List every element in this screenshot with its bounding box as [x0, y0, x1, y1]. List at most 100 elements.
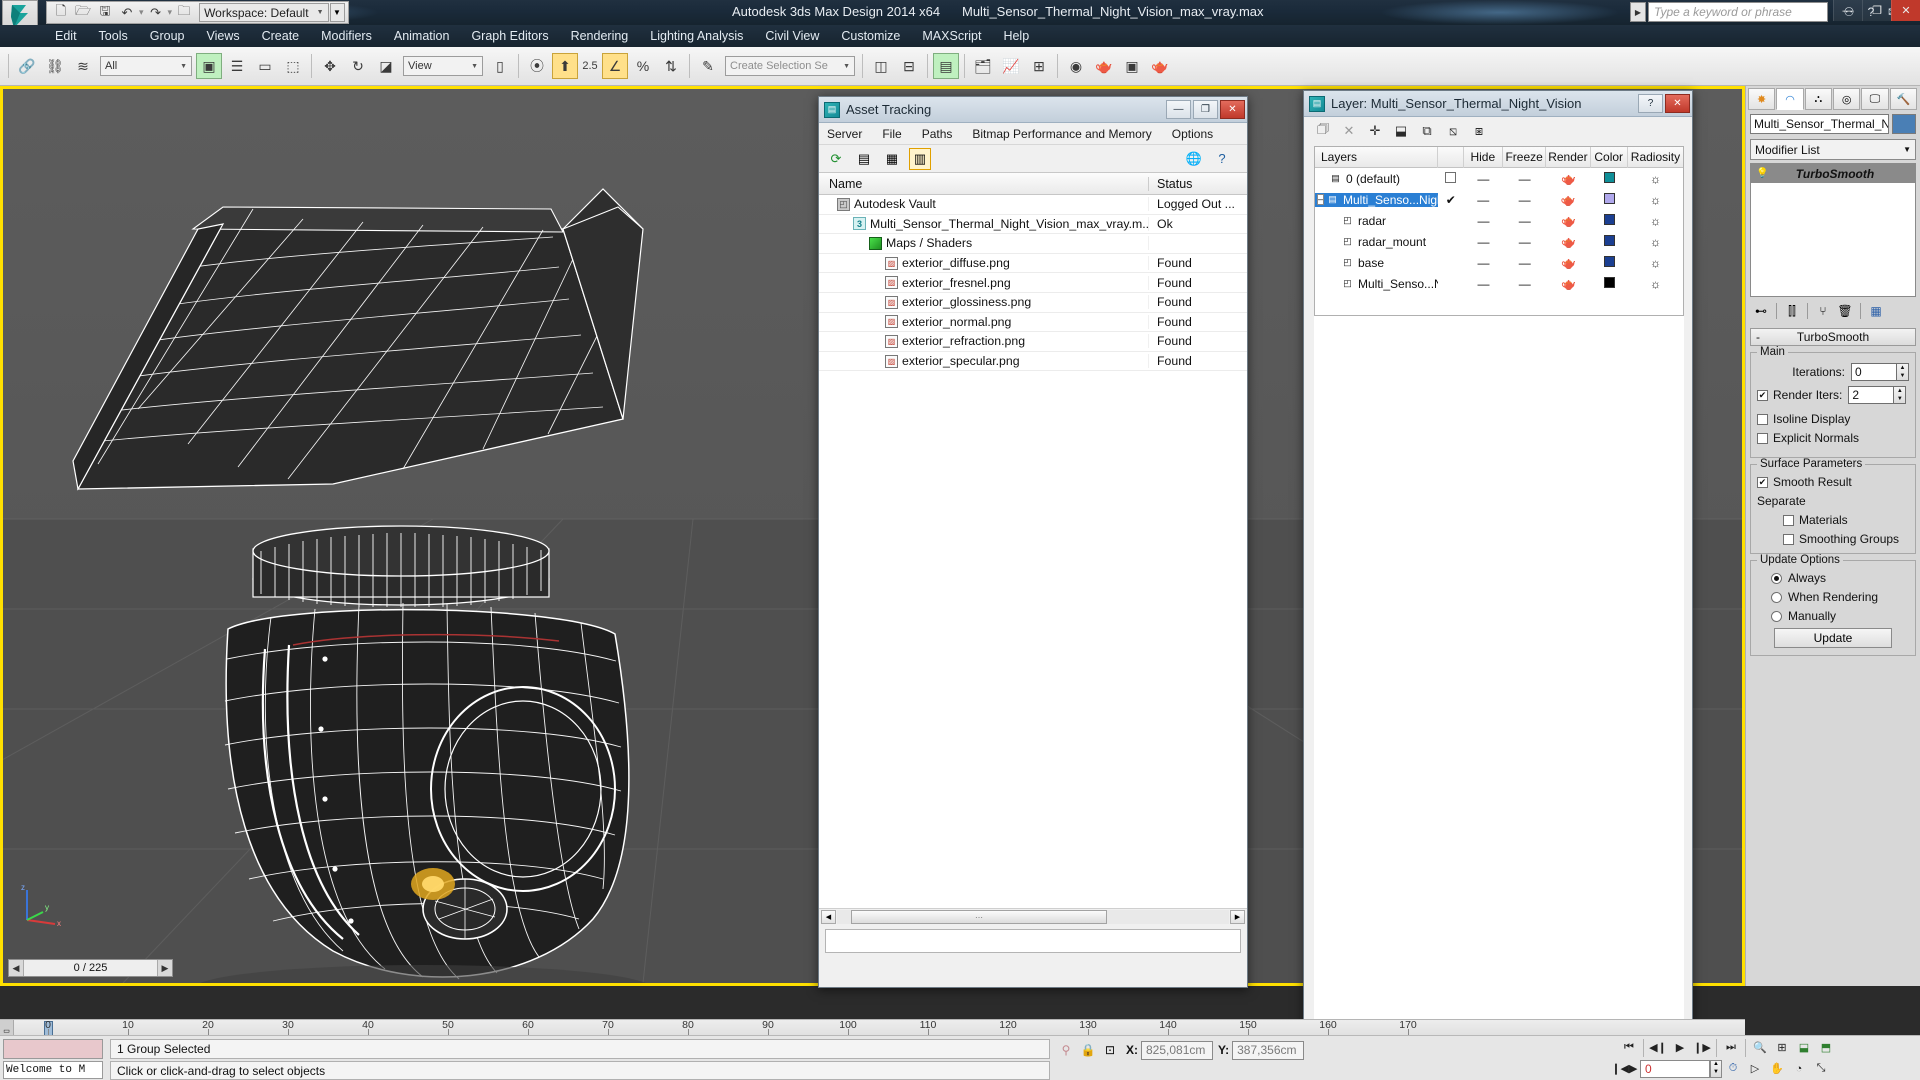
render-iters-stepper[interactable]: ▲ ▼ — [1894, 386, 1907, 404]
menu-item-graph-editors[interactable]: Graph Editors — [460, 25, 559, 47]
previous-frame-icon[interactable]: ◀❙ — [1647, 1038, 1669, 1057]
quick-access-toolbar[interactable]: 🗋 🗁 🖫 ↶ ▾ ↷ ▾ 🗀 Workspace: Default ▼ ▼ — [46, 1, 349, 24]
radio-when-rendering[interactable] — [1771, 591, 1782, 603]
scroll-left-icon[interactable]: ◀ — [821, 910, 836, 924]
menu-item-create[interactable]: Create — [251, 25, 311, 47]
undo-icon[interactable]: ↶ — [116, 3, 138, 23]
column-header-freeze[interactable]: Freeze — [1503, 146, 1547, 168]
maxscript-mini-listener[interactable]: Welcome to M — [3, 1061, 103, 1079]
column-header-radiosity[interactable]: Radiosity — [1628, 147, 1683, 168]
maxscript-listener-pink[interactable] — [3, 1039, 103, 1059]
menu-item-help[interactable]: Help — [992, 25, 1040, 47]
asset-tracking-titlebar[interactable]: ▤ Asset Tracking — ❐ ✕ — [819, 97, 1247, 123]
column-header-render[interactable]: Render — [1546, 146, 1591, 168]
hierarchy-tab[interactable]: ⛬ — [1804, 88, 1832, 110]
snaps-toggle-icon[interactable]: ⬆ — [552, 53, 578, 79]
layer-render-toggle[interactable]: 🫖 — [1546, 235, 1590, 249]
layer-freeze-toggle[interactable]: — — [1503, 193, 1546, 207]
render-iters-checkbox[interactable]: ✔ — [1757, 389, 1768, 401]
search-input[interactable]: Type a keyword or phrase — [1648, 2, 1828, 22]
table-row[interactable]: ▨ exterior_glossiness.png Found — [819, 293, 1247, 313]
percent-snap-toggle-icon[interactable]: % — [630, 53, 656, 79]
materials-row[interactable]: Materials — [1757, 513, 1909, 527]
workspace-dropdown-icon[interactable]: ▼ — [329, 3, 345, 22]
select-and-rotate-icon[interactable]: ↻ — [345, 53, 371, 79]
close-button[interactable]: ✕ — [1220, 100, 1245, 119]
render-iters-value[interactable]: 2 — [1848, 386, 1895, 404]
object-name-row[interactable]: Multi_Sensor_Thermal_N — [1750, 114, 1916, 134]
asset-tracking-menu[interactable]: Server File Paths Bitmap Performance and… — [819, 123, 1247, 145]
workspace-selector[interactable]: Workspace: Default ▼ — [199, 3, 329, 22]
smooth-result-checkbox[interactable]: ✔ — [1757, 476, 1768, 488]
display-tab[interactable]: 🖵 — [1861, 88, 1889, 110]
play-animation-icon[interactable]: ▶ — [1669, 1038, 1691, 1057]
layer-color-swatch[interactable] — [1591, 213, 1628, 228]
layer-window-buttons[interactable]: ? ✕ — [1636, 94, 1690, 113]
update-option-always[interactable]: Always — [1757, 571, 1909, 585]
layer-window[interactable]: ▤ Layer: Multi_Sensor_Thermal_Night_Visi… — [1303, 90, 1693, 1080]
zoom-all-icon[interactable]: ⊞ — [1771, 1038, 1793, 1057]
close-button[interactable]: ✕ — [1665, 94, 1690, 113]
smoothing-groups-checkbox[interactable] — [1783, 533, 1794, 545]
menu-item-lighting-analysis[interactable]: Lighting Analysis — [639, 25, 754, 47]
column-header-color[interactable]: Color — [1591, 146, 1628, 168]
layer-grid[interactable]: Layers Hide Freeze Render Color Radiosit… — [1314, 146, 1684, 316]
transform-type-in[interactable]: ⚲ 🔒 ⊡ X: 825,081cm Y: 387,356cm — [1055, 1039, 1305, 1061]
column-header-current[interactable] — [1438, 146, 1464, 168]
go-to-end-icon[interactable]: ⏭ — [1720, 1038, 1742, 1057]
material-editor-icon[interactable]: ◉ — [1063, 53, 1089, 79]
menu-item-modifiers[interactable]: Modifiers — [310, 25, 383, 47]
table-row[interactable]: ◰ Autodesk Vault Logged Out ... — [819, 195, 1247, 215]
named-selection-sets-input[interactable]: Create Selection Se ▼ — [725, 56, 855, 76]
layer-window-titlebar[interactable]: ▤ Layer: Multi_Sensor_Thermal_Night_Visi… — [1304, 91, 1692, 117]
time-slider[interactable]: ◀ 0 / 225 ▶ — [8, 959, 173, 977]
zoom-extents-all-icon[interactable]: ⬒ — [1815, 1038, 1837, 1057]
spinner-snap-toggle-icon[interactable]: ⇅ — [658, 53, 684, 79]
menu-item-civil-view[interactable]: Civil View — [754, 25, 830, 47]
table-row[interactable]: Maps / Shaders — [819, 234, 1247, 254]
layer-color-swatch[interactable] — [1591, 234, 1628, 249]
explicit-normals-checkbox[interactable] — [1757, 432, 1768, 444]
layer-hide-toggle[interactable]: — — [1464, 193, 1503, 207]
orbit-icon[interactable]: ◔ — [1788, 1059, 1810, 1078]
details-view-icon[interactable]: ▦ — [881, 148, 903, 170]
scroll-track[interactable]: ⋯ — [837, 910, 1229, 924]
layer-radiosity-toggle[interactable]: ☼ — [1628, 214, 1683, 228]
table-row[interactable]: ▨ exterior_diffuse.png Found — [819, 254, 1247, 274]
select-highlighted-objects-icon[interactable]: ⧉ — [1414, 120, 1440, 142]
field-of-view-icon[interactable]: ▷ — [1744, 1059, 1766, 1078]
minimize-button[interactable]: — — [1833, 0, 1862, 21]
column-header-hide[interactable]: Hide — [1464, 146, 1503, 168]
list-view-icon[interactable]: ▤ — [853, 148, 875, 170]
iterations-value[interactable]: 0 — [1851, 363, 1897, 381]
update-button[interactable]: Update — [1774, 628, 1892, 648]
asset-tracking-list[interactable]: ◰ Autodesk Vault Logged Out ... 3 Multi_… — [819, 195, 1247, 908]
column-header-status[interactable]: Status — [1149, 177, 1247, 191]
asset-tracking-toolbar[interactable]: ⟳ ▤ ▦ ▥ 🌐 ? — [819, 145, 1247, 173]
window-crossing-icon[interactable]: ⬚ — [280, 53, 306, 79]
close-button[interactable]: ✕ — [1891, 0, 1920, 21]
create-tab[interactable]: ✸ — [1748, 88, 1776, 110]
layer-render-toggle[interactable]: 🫖 — [1546, 256, 1590, 270]
column-header-name[interactable]: Name — [819, 176, 1149, 191]
layer-radiosity-toggle[interactable]: ☼ — [1628, 172, 1683, 186]
maximize-button[interactable]: ❐ — [1193, 100, 1218, 119]
layer-name-cell[interactable]: ▤ 0 (default) — [1315, 172, 1438, 186]
layer-row[interactable]: – ▤ Multi_Senso...Night ✔ — — 🫖 ☼ — [1315, 189, 1683, 210]
iterations-row[interactable]: Iterations: 0 ▲ ▼ — [1757, 363, 1909, 381]
layer-hide-toggle[interactable]: — — [1464, 214, 1503, 228]
iterations-stepper[interactable]: ▲ ▼ — [1897, 363, 1909, 381]
layer-radiosity-toggle[interactable]: ☼ — [1628, 256, 1683, 270]
table-row[interactable]: ▨ exterior_normal.png Found — [819, 313, 1247, 333]
layer-radiosity-toggle[interactable]: ☼ — [1628, 235, 1683, 249]
new-icon[interactable]: 🗋 — [50, 3, 72, 23]
menu-item-edit[interactable]: Edit — [44, 25, 88, 47]
asset-tracking-toolbar-right[interactable]: 🌐 ? — [1183, 148, 1239, 170]
layer-color-swatch[interactable] — [1591, 192, 1628, 207]
minimize-button[interactable]: — — [1166, 100, 1191, 119]
playback-row[interactable]: ⏮ ◀❙ ▶ ❙▶ ⏭ 🔍 ⊞ ⬓ ⬒ — [1618, 1037, 1918, 1058]
object-name-field[interactable]: Multi_Sensor_Thermal_N — [1750, 114, 1889, 134]
menu-file[interactable]: File — [882, 127, 901, 141]
layer-hide-toggle[interactable]: — — [1464, 235, 1503, 249]
hide-unselected-layers-icon[interactable]: ⧆ — [1466, 120, 1492, 142]
